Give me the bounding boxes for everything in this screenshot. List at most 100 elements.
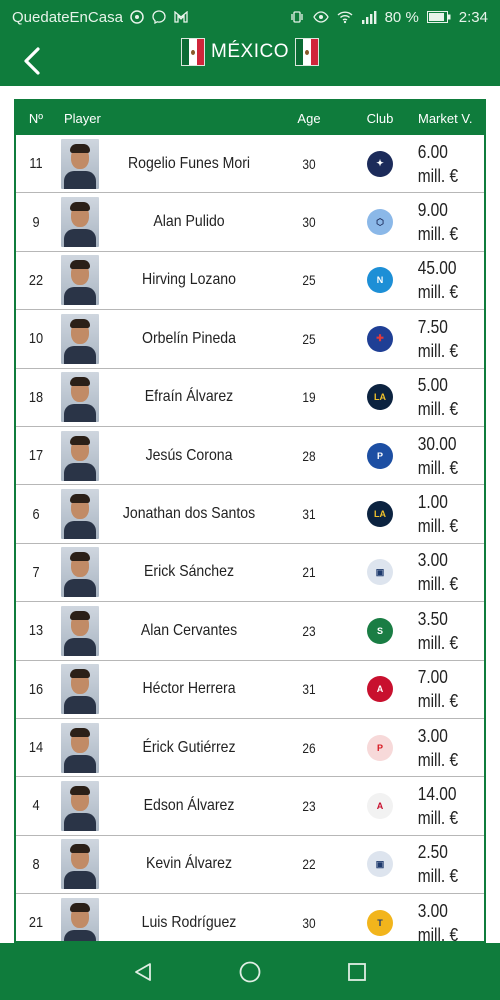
market-value: 3.00 mill. € — [417, 725, 459, 770]
market-value: 5.00 mill. € — [417, 375, 459, 420]
market-value: 2.50 mill. € — [417, 842, 459, 887]
nav-back-icon — [135, 962, 152, 981]
player-age: 21 — [302, 564, 316, 581]
porto-crest-icon[interactable]: P — [367, 442, 393, 469]
player-photo — [61, 839, 99, 890]
player-number: 14 — [28, 739, 44, 757]
player-age: 22 — [302, 856, 316, 873]
market-value: 6.00 mill. € — [417, 141, 459, 186]
signal-icon — [361, 9, 377, 25]
player-name[interactable]: Efraín Álvarez — [114, 388, 264, 406]
nav-home-icon — [239, 961, 261, 982]
player-number: 16 — [28, 680, 44, 698]
player-name[interactable]: Erick Sánchez — [114, 563, 264, 581]
table-row[interactable]: 4 Edson Álvarez 23 A 14.00 mill. € — [16, 777, 484, 836]
player-photo — [61, 547, 99, 598]
napoli-crest-icon[interactable]: N — [367, 267, 393, 294]
table-row[interactable]: 9 Alan Pulido 30 ⬡ 9.00 mill. € — [16, 193, 484, 252]
monterrey-crest-icon[interactable]: ✦ — [367, 150, 393, 177]
club-cell: ✚ — [344, 325, 416, 352]
sporting-kc-crest-icon[interactable]: ⬡ — [367, 209, 393, 236]
la-galaxy-crest-icon[interactable]: LA — [367, 384, 393, 411]
market-value: 3.00 mill. € — [417, 550, 459, 595]
player-photo-cell — [56, 313, 104, 364]
table-row[interactable]: 11 Rogelio Funes Mori 30 ✦ 6.00 mill. € — [16, 135, 484, 194]
player-name[interactable]: Orbelín Pineda — [114, 330, 264, 348]
soccer-ball-icon — [129, 9, 145, 25]
header-market-value: Market V. — [418, 110, 473, 126]
table-row[interactable]: 22 Hirving Lozano 25 N 45.00 mill. € — [16, 252, 484, 311]
ajax-crest-icon[interactable]: A — [367, 792, 393, 819]
battery-icon — [426, 9, 451, 25]
table-row[interactable]: 6 Jonathan dos Santos 31 LA 1.00 mill. € — [16, 485, 484, 544]
player-name[interactable]: Jesús Corona — [114, 447, 264, 465]
player-number: 13 — [28, 622, 44, 640]
table-row[interactable]: 8 Kevin Álvarez 22 ▣ 2.50 mill. € — [16, 836, 484, 895]
table-row[interactable]: 13 Alan Cervantes 23 S 3.50 mill. € — [16, 602, 484, 661]
player-photo-cell — [56, 780, 104, 831]
player-photo-cell — [56, 605, 104, 656]
player-number: 10 — [28, 330, 44, 348]
pachuca-crest-icon[interactable]: ▣ — [367, 851, 393, 878]
player-age: 31 — [302, 681, 316, 698]
player-photo-cell — [56, 197, 104, 248]
player-number: 11 — [29, 155, 43, 173]
pachuca-crest-icon[interactable]: ▣ — [367, 559, 393, 586]
santos-laguna-crest-icon[interactable]: S — [367, 617, 393, 644]
player-photo — [61, 372, 99, 423]
la-galaxy-crest-icon[interactable]: LA — [367, 501, 393, 528]
player-photo — [61, 138, 99, 189]
table-header: Nº Player Age Club Market V. — [16, 101, 484, 135]
table-row[interactable]: 10 Orbelín Pineda 25 ✚ 7.50 mill. € — [16, 310, 484, 369]
player-name[interactable]: Hirving Lozano — [114, 271, 264, 289]
player-name[interactable]: Héctor Herrera — [114, 680, 264, 698]
player-name[interactable]: Alan Cervantes — [114, 622, 264, 640]
messenger-icon — [151, 9, 167, 25]
player-photo — [61, 313, 99, 364]
player-number: 22 — [28, 271, 44, 289]
player-name[interactable]: Rogelio Funes Mori — [114, 155, 264, 173]
table-row[interactable]: 7 Erick Sánchez 21 ▣ 3.00 mill. € — [16, 544, 484, 603]
market-value: 30.00 mill. € — [417, 433, 459, 478]
club-cell: P — [344, 442, 416, 469]
player-name[interactable]: Luis Rodríguez — [114, 914, 264, 932]
gmail-icon — [173, 9, 189, 25]
table-row[interactable]: 14 Érick Gutiérrez 26 P 3.00 mill. € — [16, 719, 484, 778]
mexico-flag-icon — [294, 38, 319, 66]
player-age: 30 — [302, 914, 316, 931]
player-photo-cell — [56, 664, 104, 715]
player-name[interactable]: Alan Pulido — [114, 213, 264, 231]
nav-home-button[interactable] — [230, 952, 270, 992]
player-photo-cell — [56, 489, 104, 540]
table-row[interactable]: 17 Jesús Corona 28 P 30.00 mill. € — [16, 427, 484, 486]
tigres-crest-icon[interactable]: T — [367, 909, 393, 936]
psv-crest-icon[interactable]: P — [367, 734, 393, 761]
player-age: 23 — [302, 797, 316, 814]
player-age: 19 — [302, 389, 316, 406]
table-row[interactable]: 18 Efraín Álvarez 19 LA 5.00 mill. € — [16, 369, 484, 427]
atletico-madrid-crest-icon[interactable]: A — [367, 676, 393, 703]
player-age: 30 — [302, 214, 316, 231]
nav-back-button[interactable] — [123, 952, 163, 992]
player-name[interactable]: Érick Gutiérrez — [114, 739, 264, 757]
content-area: Nº Player Age Club Market V. 11 Rogelio F… — [0, 86, 500, 943]
market-value: 45.00 mill. € — [417, 258, 459, 303]
club-cell: A — [344, 676, 416, 703]
eye-icon — [312, 9, 329, 25]
market-value: 3.50 mill. € — [417, 608, 459, 653]
player-name[interactable]: Edson Álvarez — [114, 797, 264, 815]
header-player: Player — [64, 110, 101, 126]
cruz-azul-crest-icon[interactable]: ✚ — [367, 325, 393, 352]
battery-percent: 80 % — [384, 8, 419, 26]
player-name[interactable]: Jonathan dos Santos — [114, 505, 264, 523]
header-club: Club — [366, 110, 394, 126]
table-row[interactable]: 21 Luis Rodríguez 30 T 3.00 mill. € — [16, 894, 484, 943]
nav-recents-button[interactable] — [337, 952, 377, 992]
player-photo — [61, 722, 99, 773]
players-table: Nº Player Age Club Market V. 11 Rogelio F… — [14, 99, 486, 943]
player-number: 21 — [28, 914, 44, 932]
market-value: 3.00 mill. € — [417, 900, 459, 943]
table-row[interactable]: 16 Héctor Herrera 31 A 7.00 mill. € — [16, 661, 484, 719]
market-value: 7.00 mill. € — [417, 667, 459, 712]
player-name[interactable]: Kevin Álvarez — [114, 855, 264, 873]
